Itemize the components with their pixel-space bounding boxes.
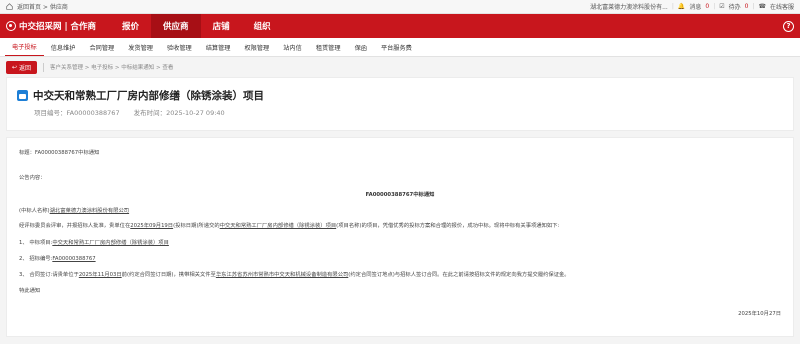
top-utility-bar: 返回首页 > 供应商 湖北富莱德力澳涂料股份有... | 🔔 消息 0 | ☑ … <box>0 0 800 14</box>
company-name[interactable]: 湖北富莱德力澳涂料股份有... <box>590 2 668 11</box>
item-2: 2、 招标编号:FA00000388767 <box>19 254 96 262</box>
help-icon[interactable]: ? <box>783 20 794 32</box>
notice-content: 标题：FA00000388767中标通知 公告内容： FA00000388767… <box>6 137 794 337</box>
item-3: 3、 合同签订:请贵单位于2025年11月03日前(约定合同签订日期)，携带相关… <box>19 270 570 278</box>
subnav-e-bidding[interactable]: 电子投标 <box>5 38 44 56</box>
notice-subject: 标题：FA00000388767中标通知 <box>19 150 100 156</box>
bell-icon[interactable]: 🔔 <box>678 3 685 10</box>
main-nav: 中交招采网 | 合作商 报价 供应商 店铺 组织 ? <box>0 14 800 38</box>
item3-text-3: (约定合同签订地点)与招标人签订合同。在此之前请按招标文件的规定向我方提交履约保… <box>348 272 570 278</box>
winner-name: 湖北富莱德力澳涂料股份有限公司 <box>49 208 130 214</box>
online-service-link[interactable]: 在线客服 <box>770 2 794 11</box>
page-title: 中交天和常熟工厂厂房内部修缮（除锈涂装）项目 <box>33 90 264 102</box>
subnav-leasing[interactable]: 租赁管理 <box>309 38 348 56</box>
project-header: 中交天和常熟工厂厂房内部修缮（除锈涂装）项目 项目编号：FA0000038876… <box>6 77 794 131</box>
publish-time: 发布时间：2025-10-27 09:40 <box>133 109 225 117</box>
item3-date: 2025年11月03日 <box>78 272 122 278</box>
notice-date: 2025年10月27日 <box>738 311 781 317</box>
messages-count: 0 <box>705 3 710 10</box>
folder-icon <box>17 90 28 101</box>
subnav-info[interactable]: 信息维护 <box>44 38 83 56</box>
subnav-inbox[interactable]: 站内信 <box>276 38 309 56</box>
service-icon[interactable]: ☎ <box>759 3 766 10</box>
subnav-guarantee[interactable]: 保函 <box>348 38 374 56</box>
intro-date: 2025年09月19日 <box>130 223 174 229</box>
top-breadcrumb[interactable]: 返回首页 > 供应商 <box>17 2 68 11</box>
closing-text: 特此通知 <box>19 288 41 294</box>
project-number: 项目编号：FA00000388767 <box>34 109 120 117</box>
intro-text-3: (项目名称)的项目，凭借优秀的投标方案和合理的报价，成功中标。现将中标有关事项通… <box>336 223 560 229</box>
item1-value: 中交天和常熟工厂厂房内部修缮（除锈涂装）项目 <box>52 240 169 246</box>
item2-value: FA00000388767 <box>52 256 96 262</box>
item3-place: 华东江苏省苏州市常熟市中交天和机械设备制造有限公司 <box>215 272 349 278</box>
subnav-platform-fee[interactable]: 平台服务费 <box>374 38 419 56</box>
subnav-delivery[interactable]: 发货管理 <box>121 38 160 56</box>
home-icon[interactable] <box>6 3 13 10</box>
breadcrumb: ↩ 返回 客户关系管理 > 电子投标 > 中标结果通知 > 查看 <box>0 57 800 77</box>
item3-text-1: 3、 合同签订:请贵单位于 <box>19 272 79 278</box>
logo[interactable]: 中交招采网 | 合作商 <box>6 20 96 32</box>
nav-item-org[interactable]: 组织 <box>242 14 283 38</box>
messages-label[interactable]: 消息 <box>689 2 701 11</box>
back-arrow-icon: ↩ <box>12 63 18 71</box>
winner-line: (中标人名称)湖北富莱德力澳涂料股份有限公司 <box>19 206 129 214</box>
breadcrumb-path[interactable]: 客户关系管理 > 电子投标 > 中标结果通知 > 查看 <box>50 63 173 71</box>
subnav-permission[interactable]: 权限管理 <box>238 38 277 56</box>
notice-heading: FA00000388767中标通知 <box>365 192 435 198</box>
nav-item-quote[interactable]: 报价 <box>110 14 151 38</box>
item1-prefix: 1、 中标项目: <box>19 240 53 246</box>
subnav-contract[interactable]: 合同管理 <box>83 38 122 56</box>
intro-text-2: (投标日期)所递交的 <box>173 223 220 229</box>
back-button[interactable]: ↩ 返回 <box>6 60 38 74</box>
winner-prefix: (中标人名称) <box>19 208 50 214</box>
subnav-settlement[interactable]: 结算管理 <box>199 38 238 56</box>
todo-label[interactable]: 待办 <box>729 2 741 11</box>
item3-text-2: 前(约定合同签订日期)，携带相关文件至 <box>121 272 216 278</box>
logo-icon <box>6 21 16 31</box>
back-label: 返回 <box>19 64 32 72</box>
todo-count: 0 <box>744 3 749 10</box>
intro-paragraph: 经评标委员会评审，并报招标人批准，贵单位在2025年09月19日(投标日期)所递… <box>19 221 559 229</box>
item2-prefix: 2、 招标编号: <box>19 256 53 262</box>
content-label: 公告内容： <box>19 175 46 181</box>
sub-nav: 电子投标 信息维护 合同管理 发货管理 验收管理 结算管理 权限管理 站内信 租… <box>0 38 800 57</box>
todo-icon[interactable]: ☑ <box>719 3 724 10</box>
nav-item-supplier[interactable]: 供应商 <box>151 14 201 38</box>
item-1: 1、 中标项目:中交天和常熟工厂厂房内部修缮（除锈涂装）项目 <box>19 238 169 246</box>
intro-project: 中交天和常熟工厂厂房内部修缮（除锈涂装）项目 <box>219 223 337 229</box>
logo-text: 中交招采网 | 合作商 <box>19 22 97 32</box>
subnav-acceptance[interactable]: 验收管理 <box>160 38 199 56</box>
nav-item-store[interactable]: 店铺 <box>201 14 242 38</box>
intro-text-1: 经评标委员会评审，并报招标人批准，贵单位在 <box>19 223 131 229</box>
